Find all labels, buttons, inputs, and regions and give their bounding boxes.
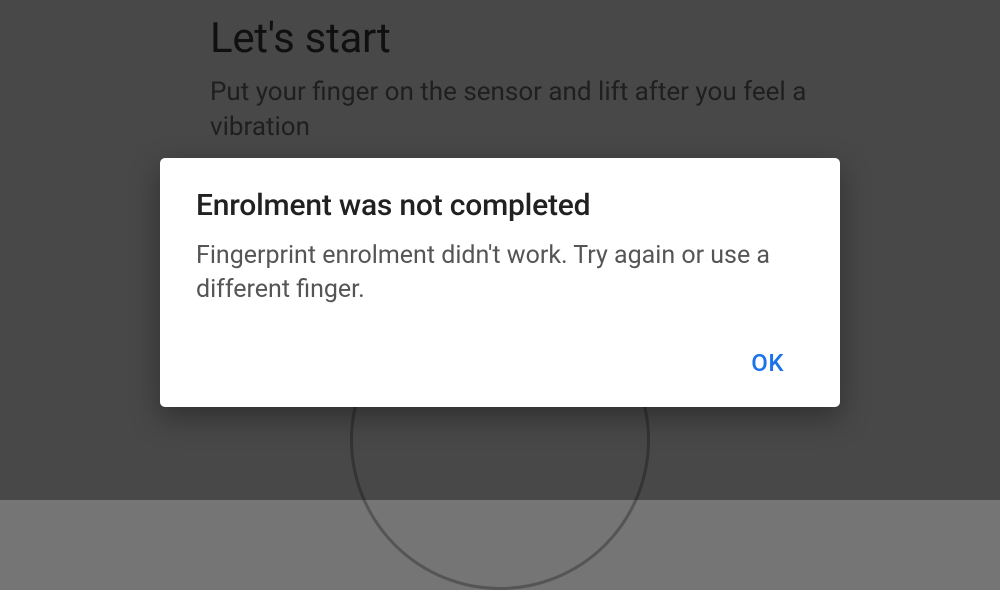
error-dialog: Enrolment was not completed Fingerprint … xyxy=(160,158,840,407)
dialog-actions: OK xyxy=(196,341,804,393)
dialog-title: Enrolment was not completed xyxy=(196,188,804,223)
dialog-message: Fingerprint enrolment didn't work. Try a… xyxy=(196,239,776,307)
ok-button[interactable]: OK xyxy=(739,341,796,385)
